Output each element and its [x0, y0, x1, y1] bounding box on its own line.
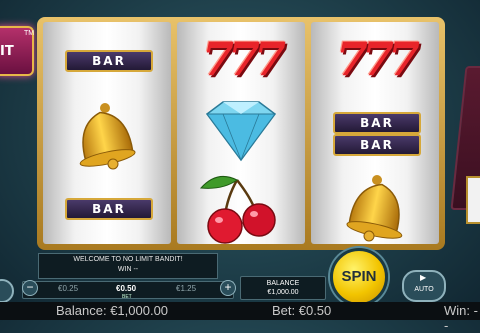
reel-1-symbol-3: BAR — [43, 170, 171, 244]
reel-1: BAR BAR — [43, 22, 171, 244]
bet-option[interactable]: €1.25 — [176, 284, 196, 293]
bell-icon — [346, 175, 403, 242]
diamond-icon — [205, 101, 277, 162]
reel-1-symbol-1: BAR — [43, 22, 171, 96]
reel-3: 777 BAR BAR — [311, 22, 439, 244]
right-decoration-screen — [466, 176, 480, 224]
win-message: WIN -- — [117, 266, 139, 273]
reel-3-symbol-1: 777 — [311, 22, 439, 96]
bet-increase-button[interactable]: + — [220, 280, 236, 296]
menu-button[interactable] — [0, 279, 14, 303]
status-win: Win: -- — [444, 303, 478, 333]
autoplay-button[interactable]: ▶ AUTO — [402, 270, 446, 302]
bet-option[interactable]: €0.25 — [58, 284, 78, 293]
reel-3-symbol-3 — [311, 170, 439, 244]
message-panel: WELCOME TO NO LIMIT BANDIT! WIN -- — [38, 253, 218, 279]
logo-trademark: TM — [24, 30, 35, 37]
reel-2-symbol-2 — [177, 96, 305, 170]
bet-label: BET — [122, 294, 132, 300]
bar-symbol: BAR — [65, 50, 153, 72]
reel-2: 777 — [177, 22, 305, 244]
autoplay-label: AUTO — [414, 286, 434, 293]
seven-symbol: 777 — [335, 32, 420, 86]
logo-text: IT — [0, 44, 14, 59]
cherries-icon — [199, 175, 276, 244]
seven-symbol: 777 — [201, 32, 286, 86]
play-icon: ▶ — [420, 273, 427, 282]
balance-amount: €1,000.00 — [267, 289, 299, 296]
status-bet: Bet: €0.50 — [272, 303, 332, 318]
reel-3-symbol-2: BAR BAR — [311, 96, 439, 170]
balance-panel: BALANCE €1,000.00 — [240, 276, 326, 300]
balance-label: BALANCE — [266, 280, 300, 287]
reel-2-symbol-1: 777 — [177, 22, 305, 96]
status-bar: Balance: €1,000.00 Bet: €0.50 Win: -- — [0, 302, 480, 333]
bar-symbol-bottom: BAR — [333, 134, 421, 156]
welcome-message: WELCOME TO NO LIMIT BANDIT! — [73, 256, 183, 263]
game-logo: IT TM — [0, 26, 34, 76]
reel-2-symbol-3 — [177, 170, 305, 244]
bell-icon — [79, 103, 136, 170]
status-balance: Balance: €1,000.00 — [56, 303, 169, 318]
reel-frame: BAR BAR 777 777 BAR BAR — [37, 17, 445, 250]
bet-current-value: €0.50 — [116, 284, 137, 293]
bar-symbol-top: BAR — [333, 112, 421, 134]
bet-decrease-button[interactable]: − — [22, 280, 38, 296]
reel-1-symbol-2 — [43, 96, 171, 170]
spin-button[interactable]: SPIN — [330, 248, 388, 306]
bar-symbol: BAR — [65, 198, 153, 220]
